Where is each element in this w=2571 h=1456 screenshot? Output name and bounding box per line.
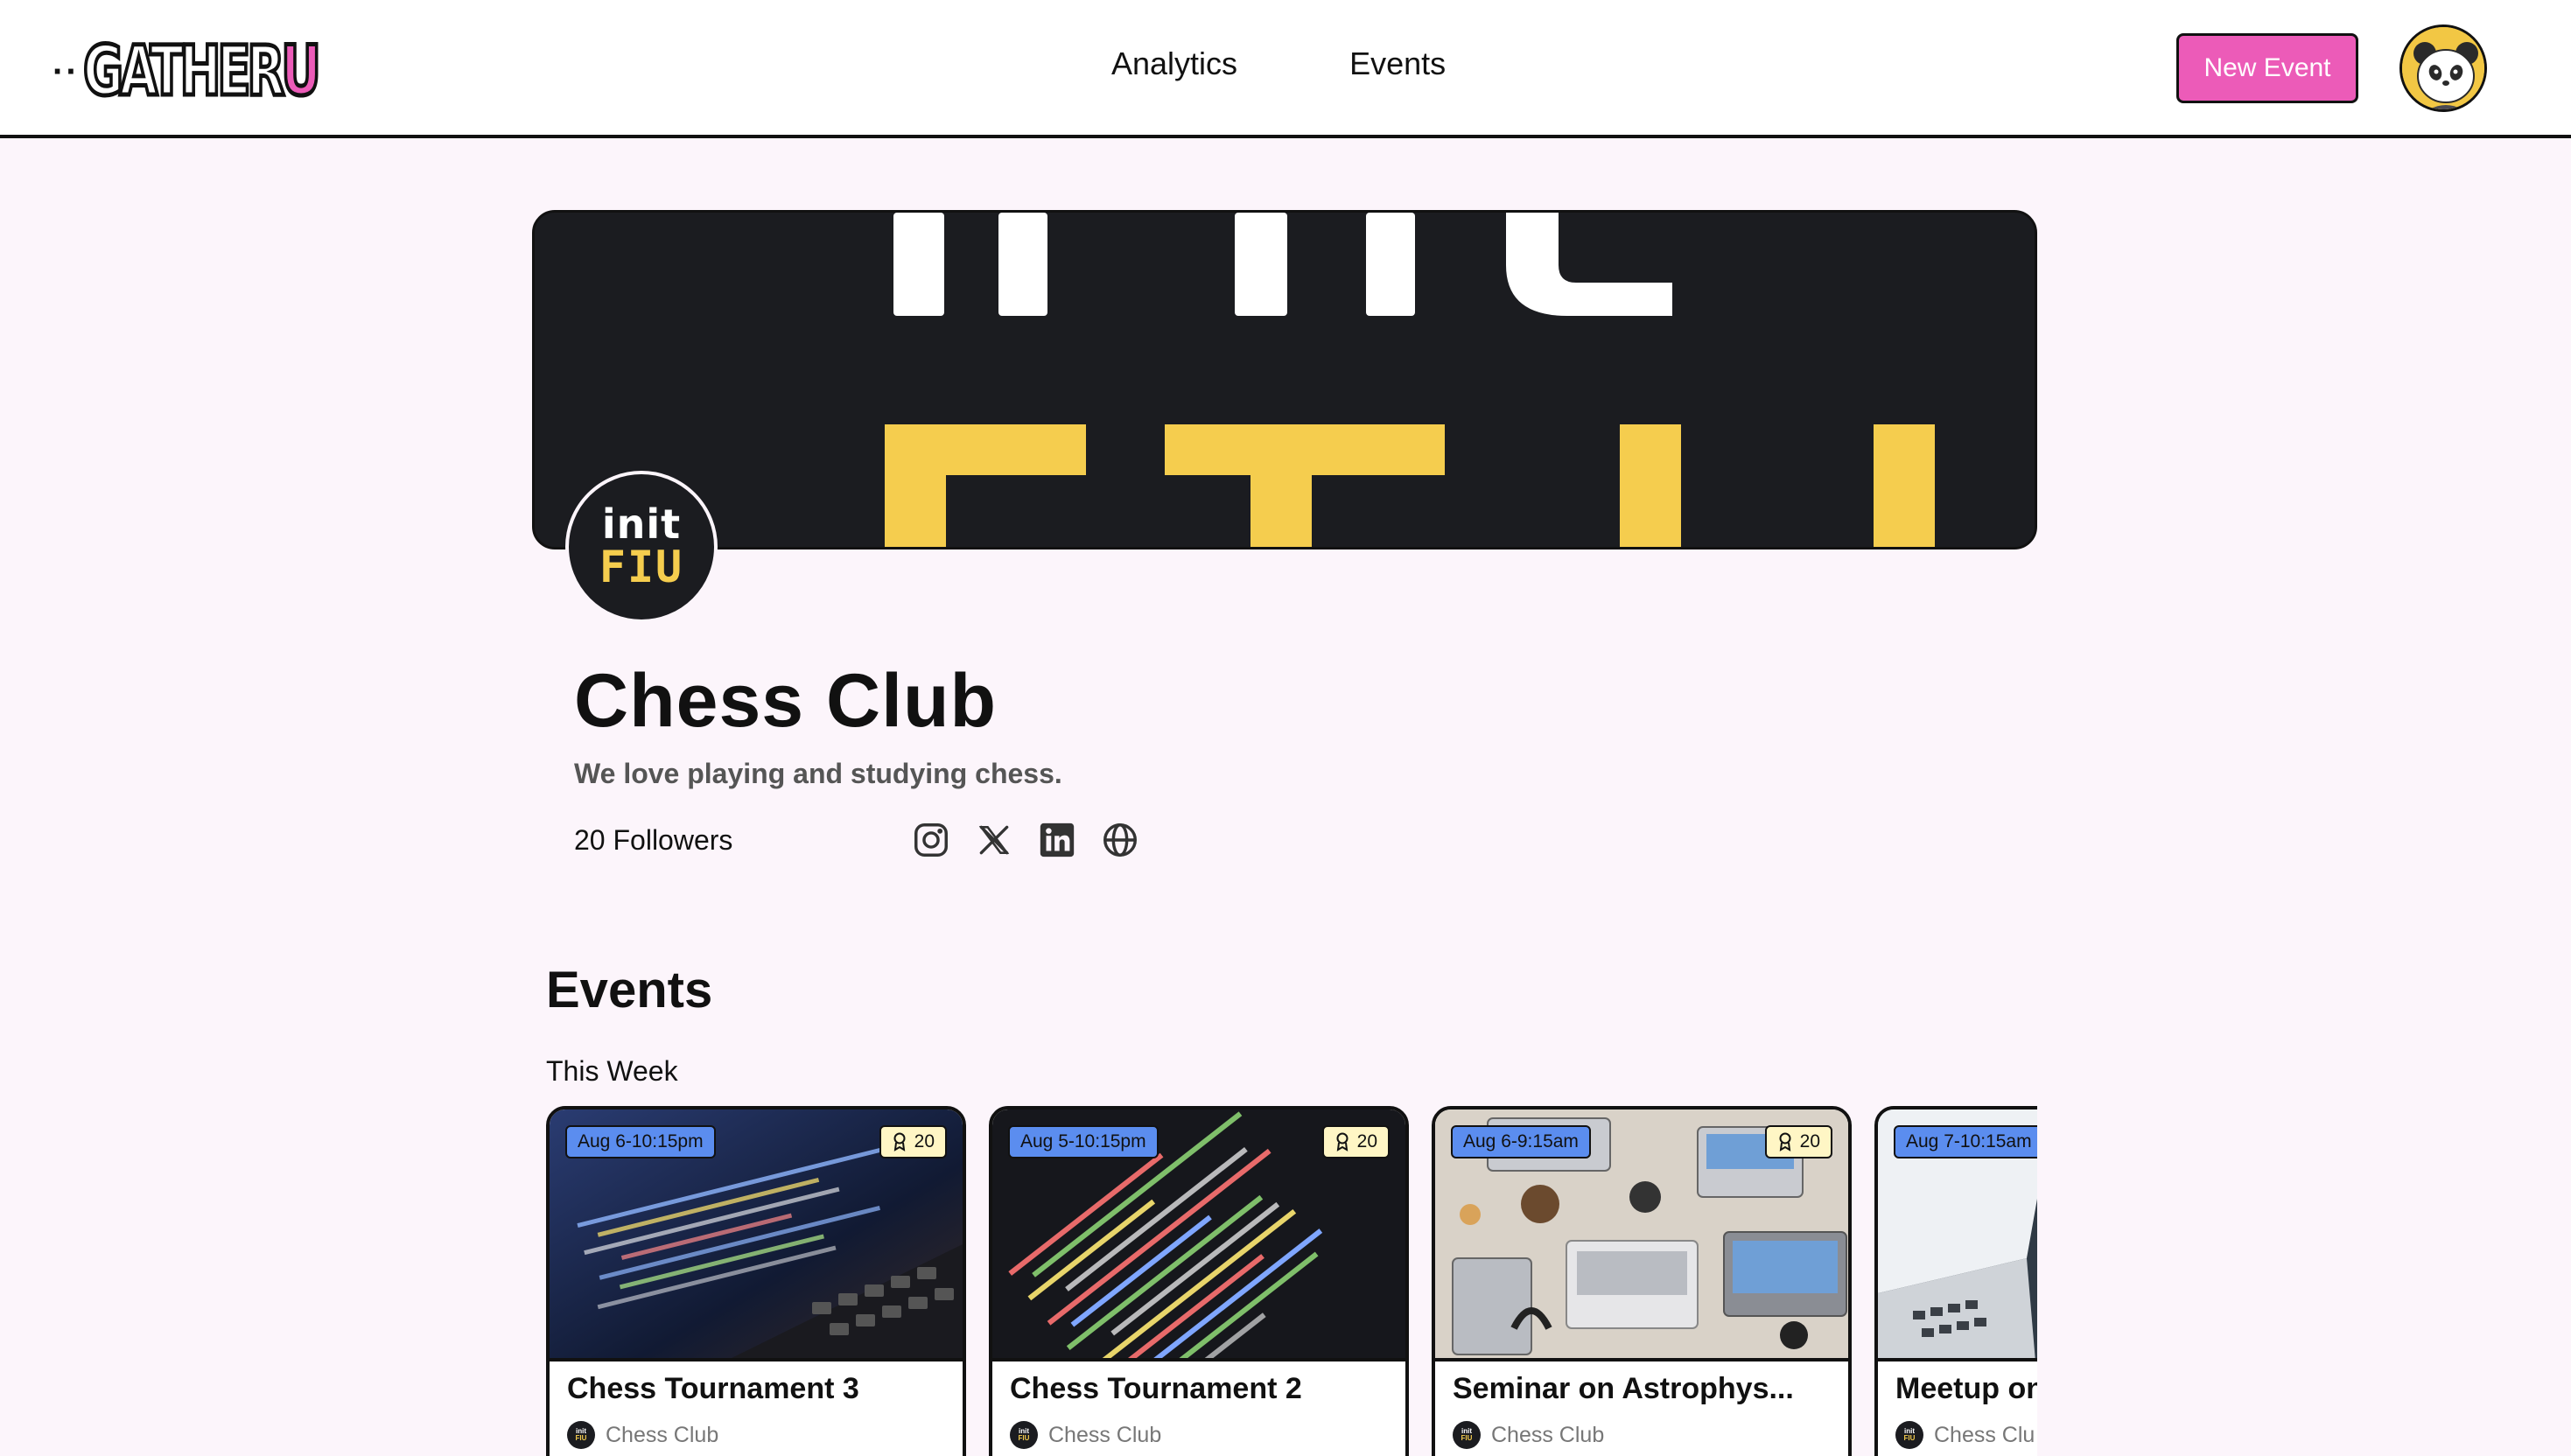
social-links [910,819,1141,861]
user-avatar[interactable] [2399,24,2487,112]
organizer-name: Chess Club [1048,1422,1162,1447]
event-organizer: init FIU Chess Club [1010,1421,1161,1449]
event-card[interactable]: Aug 7-10:15am 20 Meetup on initFIU Chess… [1874,1106,2037,1456]
events-carousel[interactable]: Aug 6-10:15pm 20 Chess Tournament 3 init… [546,1106,2037,1456]
event-attendee-badge: 20 [1321,1125,1390,1158]
event-title: Seminar on Astrophys... [1453,1372,1794,1405]
attendee-count: 20 [1356,1131,1377,1152]
event-date-badge: Aug 6-10:15pm [565,1125,716,1158]
panda-avatar-icon [2402,27,2484,109]
club-banner [532,210,2037,550]
new-event-button[interactable]: New Event [2176,33,2358,103]
club-avatar: init FIU [565,471,718,623]
organizer-logo: init FIU [1895,1421,1923,1449]
organizer-logo: init FIU [1010,1421,1038,1449]
section-label-this-week: This Week [546,1055,678,1087]
event-organizer: init FIU Chess Club [567,1421,718,1449]
organizer-name: Chess Clu [1934,1422,2035,1447]
award-icon [1779,1132,1791,1152]
event-title: Meetup on [1895,1372,2037,1405]
attendee-count: 20 [914,1131,935,1152]
event-card[interactable]: Aug 6-9:15am 20 Seminar on Astrophys... … [1432,1106,1852,1456]
logo-dots: ·· [53,52,80,91]
instagram-icon[interactable] [910,819,952,861]
event-title: Chess Tournament 2 [1010,1372,1302,1405]
attendee-count: 20 [1799,1131,1820,1152]
event-date-badge: Aug 5-10:15pm [1008,1125,1159,1158]
award-icon [1336,1132,1349,1152]
banner-image [535,213,2035,547]
event-date-badge: Aug 6-9:15am [1451,1125,1591,1158]
linkedin-icon[interactable] [1036,819,1078,861]
event-organizer: init FIU Chess Clu [1895,1421,2035,1449]
event-card[interactable]: Aug 5-10:15pm 20 Chess Tournament 2 init… [989,1106,1409,1456]
event-date-badge: Aug 7-10:15am [1894,1125,2037,1158]
x-icon[interactable] [973,819,1015,861]
organizer-logo: init FIU [567,1421,595,1449]
event-title: Chess Tournament 3 [567,1372,859,1405]
club-avatar-line2: FIU [599,542,684,592]
event-card[interactable]: Aug 6-10:15pm 20 Chess Tournament 3 init… [546,1106,966,1456]
event-attendee-badge: 20 [879,1125,947,1158]
main-nav: Analytics Events [1111,46,1446,82]
gatheru-logo[interactable]: ·· GATHERU [53,32,322,112]
organizer-logo: init FIU [1453,1421,1481,1449]
followers-count[interactable]: 20 Followers [574,824,732,857]
award-icon [893,1132,906,1152]
events-heading: Events [546,962,713,1018]
club-name: Chess Club [574,659,998,743]
nav-events[interactable]: Events [1349,46,1446,82]
club-description: We love playing and studying chess. [574,758,1062,789]
event-organizer: init FIU Chess Club [1453,1421,1604,1449]
logo-wordmark: GATHERU [81,32,322,111]
nav-analytics[interactable]: Analytics [1111,46,1237,82]
top-navbar: ·· GATHERU Analytics Events New Event [0,0,2571,138]
globe-icon[interactable] [1099,819,1141,861]
event-attendee-badge: 20 [1764,1125,1832,1158]
organizer-name: Chess Club [606,1422,719,1447]
organizer-name: Chess Club [1491,1422,1605,1447]
club-avatar-line1: init [601,500,682,548]
